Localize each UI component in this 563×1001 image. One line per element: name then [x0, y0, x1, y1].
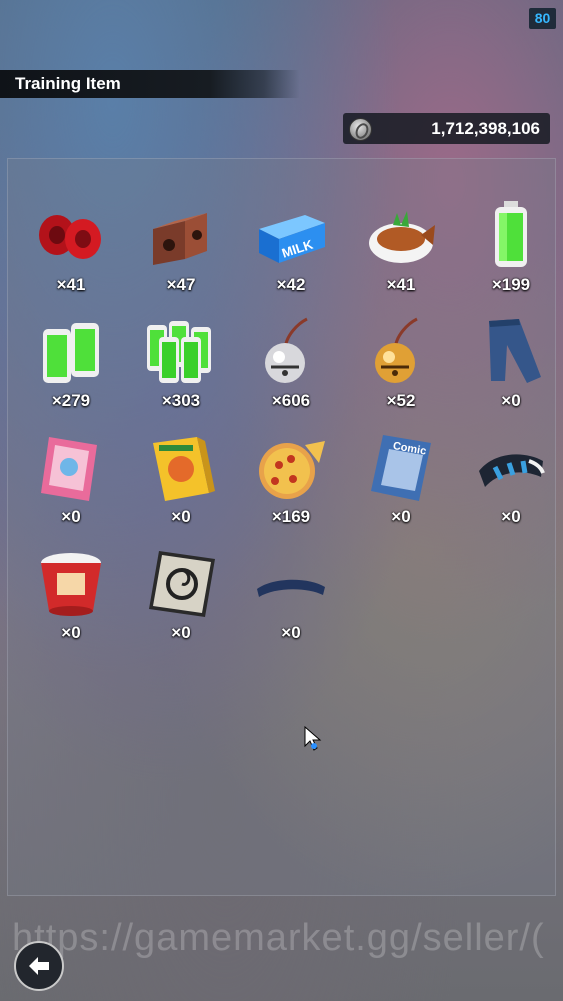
fish-dish-icon [369, 211, 435, 263]
item-count: ×606 [271, 391, 311, 410]
item-count: ×0 [171, 623, 191, 642]
item-count: ×0 [501, 507, 521, 526]
silver-bell-icon [265, 317, 308, 383]
item-cup-noodles[interactable]: ×0 [16, 547, 126, 663]
item-count: ×0 [61, 507, 81, 526]
blue-headband-icon [257, 579, 325, 597]
page-title: Training Item [0, 70, 300, 98]
item-count: ×41 [386, 275, 416, 294]
green-battery-pack-icon [43, 323, 99, 383]
item-fish-dish[interactable]: ×41 [346, 199, 456, 315]
item-count: ×0 [391, 507, 411, 526]
game-box-icon [153, 437, 215, 501]
red-weights-icon [39, 215, 101, 259]
green-battery-icon [495, 201, 527, 267]
mouse-pointer-icon [304, 726, 322, 751]
currency-value: 1,712,398,106 [431, 119, 540, 138]
green-battery-bundle-icon [147, 321, 211, 383]
item-blue-headband[interactable]: ×0 [236, 547, 346, 663]
watermark-text: https://gamemarket.gg/seller/( [12, 917, 545, 959]
magazine-icon [41, 437, 97, 501]
item-pizza[interactable]: ×169 [236, 431, 346, 547]
item-count: ×303 [161, 391, 201, 410]
item-milk-crate[interactable]: MILK ×42 [236, 199, 346, 315]
item-count: ×47 [166, 275, 196, 294]
item-green-battery[interactable]: ×199 [456, 199, 563, 315]
item-count: ×0 [61, 623, 81, 642]
item-capsule-card[interactable]: ×0 [126, 547, 236, 663]
currency-display: 1,712,398,106 [343, 113, 550, 144]
striped-scarf-icon [479, 454, 545, 487]
item-green-battery-pack[interactable]: ×279 [16, 315, 126, 431]
comic-book-icon: Comic [371, 435, 431, 501]
item-striped-scarf[interactable]: ×0 [456, 431, 563, 547]
item-count: ×169 [271, 507, 311, 526]
item-gold-bell[interactable]: ×52 [346, 315, 456, 431]
gold-bell-icon [375, 317, 418, 383]
item-count: ×279 [51, 391, 91, 410]
item-magazine[interactable]: ×0 [16, 431, 126, 547]
back-button[interactable] [14, 941, 64, 991]
item-count: ×0 [501, 391, 521, 410]
item-count: ×41 [56, 275, 86, 294]
item-brick-blocks[interactable]: ×47 [126, 199, 236, 315]
milk-crate-icon: MILK [259, 215, 325, 263]
coin-icon [349, 118, 372, 141]
item-comic-book[interactable]: Comic ×0 [346, 431, 456, 547]
pizza-icon [259, 441, 325, 499]
capsule-card-icon [149, 551, 215, 617]
item-jeans[interactable]: ×0 [456, 315, 563, 431]
cup-noodles-icon [41, 553, 101, 616]
item-red-weights[interactable]: ×41 [16, 199, 126, 315]
item-count: ×0 [281, 623, 301, 642]
jeans-icon [489, 319, 541, 383]
brick-blocks-icon [153, 213, 207, 265]
item-panel: ×41 ×47 MILK ×42 ×41 ×199 ×279 ×303 ×606… [7, 158, 556, 896]
back-arrow-icon [29, 957, 49, 975]
item-count: ×0 [171, 507, 191, 526]
item-count: ×199 [491, 275, 531, 294]
item-count: ×52 [386, 391, 416, 410]
item-silver-bell[interactable]: ×606 [236, 315, 346, 431]
item-green-battery-bundle[interactable]: ×303 [126, 315, 236, 431]
battery-level-badge: 80 [529, 8, 556, 29]
item-count: ×42 [276, 275, 306, 294]
item-game-box[interactable]: ×0 [126, 431, 236, 547]
